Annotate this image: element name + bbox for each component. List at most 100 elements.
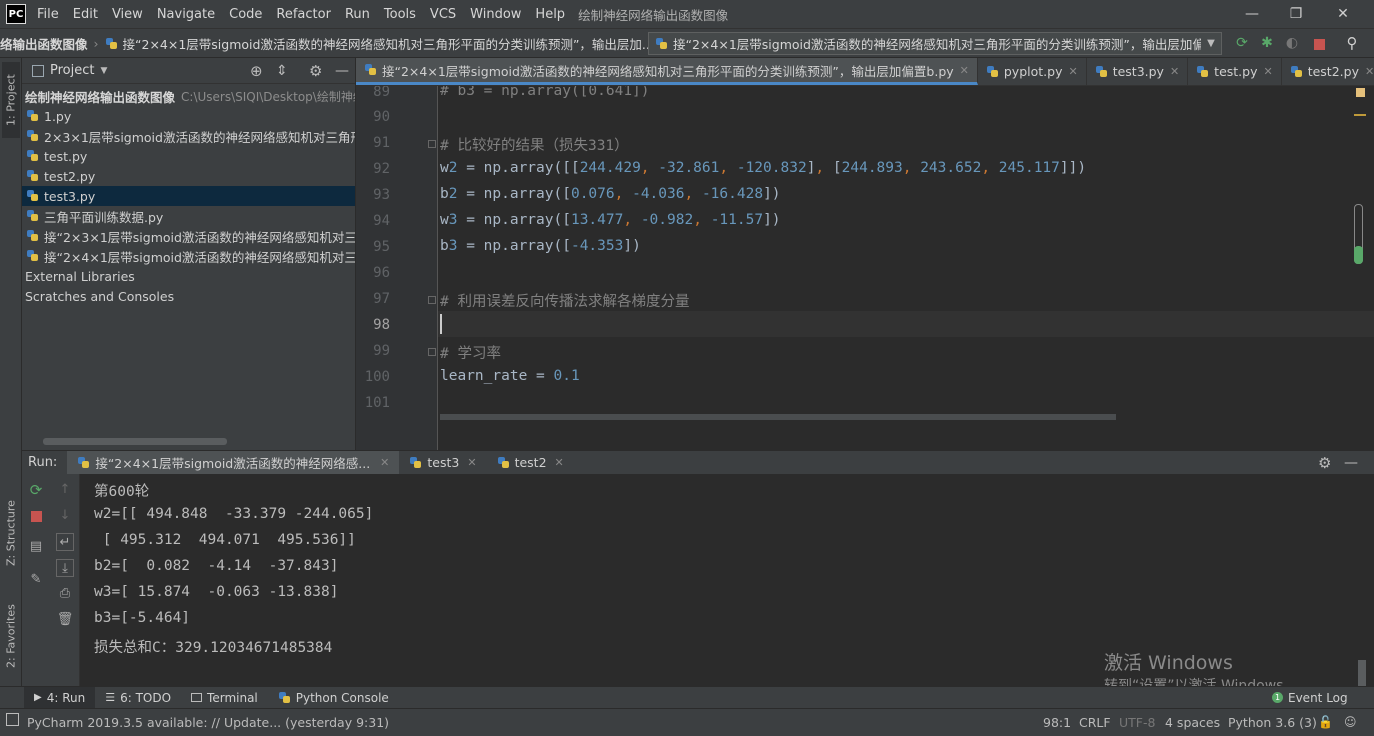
close-icon[interactable]: ✕ [1263,65,1272,78]
tree-file[interactable]: 三角平面训练数据.py [22,206,355,226]
project-tool-tab[interactable]: 1: Project [2,62,20,138]
tool-tab-run[interactable]: ▶ 4: Run [24,686,96,709]
close-icon[interactable]: ✕ [1170,65,1179,78]
menu-vcs[interactable]: VCS [423,7,463,22]
event-log-button[interactable]: 1 Event Log [1262,687,1358,709]
hide-panel-icon[interactable]: — [335,63,349,79]
tab-test[interactable]: test.py ✕ [1188,58,1282,85]
line-separator[interactable]: CRLF [1079,715,1111,730]
lock-icon[interactable]: 🔓 [1318,715,1333,729]
run-configuration-select[interactable]: 接“2×4×1层带sigmoid激活函数的神经网络感知机对三角形平面的分类训练预… [648,32,1222,55]
menu-edit[interactable]: Edit [66,7,105,22]
stop-icon[interactable] [31,511,42,522]
menu-help[interactable]: Help [528,7,572,22]
coverage-icon[interactable]: ◐ [1283,34,1301,52]
file-encoding[interactable]: UTF-8 [1119,715,1155,730]
fold-icon[interactable] [428,296,436,304]
close-icon[interactable]: ✕ [960,64,969,77]
tab-test3[interactable]: test3.py ✕ [1087,58,1189,85]
rerun-icon[interactable]: ⟳ [27,481,45,499]
tool-tab-terminal[interactable]: Terminal [181,687,268,709]
console-line: w3=[ 15.874 -0.063 -13.838] [94,584,339,600]
tool-tab-todo[interactable]: ☰ 6: TODO [95,687,181,709]
status-message[interactable]: PyCharm 2019.3.5 available: // Update...… [27,715,389,730]
folder-icon [32,64,44,77]
restore-layout-icon[interactable]: ▤ [27,538,45,556]
code-editor[interactable]: 89 90 91 92 93 94 95 96 97 98 99 100 101… [356,86,1374,450]
tree-root[interactable]: 绘制神经网络输出函数图像 C:\Users\SIQI\Desktop\绘制神经 [22,86,355,106]
rerun-icon[interactable]: ⟳ [1233,34,1251,52]
close-icon[interactable]: ✕ [1365,65,1374,78]
tree-file[interactable]: 2×3×1层带sigmoid激活函数的神经网络感知机对三角形平 [22,126,355,146]
menu-run[interactable]: Run [338,7,377,22]
menu-view[interactable]: View [105,7,150,22]
scroll-to-end-icon[interactable]: ⤓ [56,559,74,577]
tab-editor-main[interactable]: 接“2×4×1层带sigmoid激活函数的神经网络感知机对三角形平面的分类训练预… [356,58,978,85]
menu-code[interactable]: Code [222,7,269,22]
fold-icon[interactable] [428,140,436,148]
chevron-down-icon[interactable]: ▼ [100,66,107,76]
console-line: b3=[-5.464] [94,610,191,626]
trash-icon[interactable]: 🗑 [56,611,74,629]
editor-horizontal-scrollbar[interactable] [440,414,1116,420]
console-scrollbar[interactable] [1358,660,1366,686]
run-tab-test2[interactable]: test2 ✕ [487,451,574,475]
minimize-button[interactable]: — [1240,4,1264,24]
tab-test2[interactable]: test2.py ✕ [1282,58,1374,85]
pycharm-logo-icon: PC [6,4,26,24]
close-icon[interactable]: ✕ [380,456,389,469]
caret-position[interactable]: 98:1 [1043,715,1071,730]
hide-panel-icon[interactable]: — [1344,455,1358,471]
collapse-all-icon[interactable]: ⇕ [276,63,288,79]
project-panel-title[interactable]: Project [50,63,94,78]
python-interpreter[interactable]: Python 3.6 (3) [1228,715,1317,730]
horizontal-scrollbar[interactable] [43,438,227,445]
close-icon[interactable]: ✕ [467,456,476,469]
chevron-down-icon: ▼ [1207,38,1215,49]
run-tab-test3[interactable]: test3 ✕ [399,451,486,475]
debug-icon[interactable]: ✱ [1258,34,1276,52]
indent-setting[interactable]: 4 spaces [1165,715,1220,730]
tab-pyplot[interactable]: pyplot.py ✕ [978,58,1087,85]
close-icon[interactable]: ✕ [555,456,564,469]
fold-icon[interactable] [428,348,436,356]
python-file-icon [26,189,40,203]
maximize-button[interactable]: ❐ [1284,4,1308,24]
python-file-icon [364,63,378,77]
gear-icon[interactable]: ⚙ [309,62,322,80]
pin-icon[interactable]: ✎ [27,571,45,589]
breadcrumb-file[interactable]: 接“2×4×1层带sigmoid激活函数的神经网络感知机对三角形平面的分类训练预… [105,34,654,53]
menu-tools[interactable]: Tools [377,7,423,22]
menu-file[interactable]: File [30,7,66,22]
print-icon[interactable]: ⎙ [56,585,74,603]
arrow-up-icon[interactable]: ↑ [56,481,74,499]
arrow-down-icon[interactable]: ↓ [56,507,74,525]
tree-file[interactable]: test2.py [22,166,355,186]
breadcrumb-project[interactable]: 络输出函数图像 [0,34,88,53]
structure-tool-tab[interactable]: Z: Structure [2,490,20,576]
tree-file[interactable]: 1.py [22,106,355,126]
close-icon[interactable]: ✕ [1068,65,1077,78]
favorites-tool-tab[interactable]: 2: Favorites [2,592,20,680]
soft-wrap-icon[interactable]: ↵ [56,533,74,551]
gear-icon[interactable]: ⚙ [1318,454,1331,472]
menu-navigate[interactable]: Navigate [150,7,222,22]
tree-file-selected[interactable]: test3.py [22,186,355,206]
tree-file[interactable]: 接“2×3×1层带sigmoid激活函数的神经网络感知机对三角形 [22,226,355,246]
stop-icon[interactable] [1314,39,1325,50]
locate-icon[interactable]: ⊕ [250,62,263,80]
tree-file[interactable]: 接“2×4×1层带sigmoid激活函数的神经网络感知机对三角形 [22,246,355,266]
search-icon[interactable]: ⚲ [1343,34,1361,52]
warning-marker-icon[interactable] [1356,88,1365,97]
tree-external-libraries[interactable]: External Libraries [22,266,355,286]
menu-refactor[interactable]: Refactor [269,7,338,22]
toggle-tool-windows-icon[interactable] [6,713,19,726]
run-tab-main[interactable]: 接“2×4×1层带sigmoid激活函数的神经网络感... ✕ [67,450,400,475]
tree-scratches[interactable]: Scratches and Consoles [22,286,355,306]
tool-tab-python-console[interactable]: Python Console [268,687,399,709]
tree-file-label: 2×3×1层带sigmoid激活函数的神经网络感知机对三角形平 [44,129,356,145]
close-button[interactable]: ✕ [1331,4,1355,24]
inspector-icon[interactable]: ☺ [1344,715,1357,729]
tree-file[interactable]: test.py [22,146,355,166]
menu-window[interactable]: Window [463,7,528,22]
